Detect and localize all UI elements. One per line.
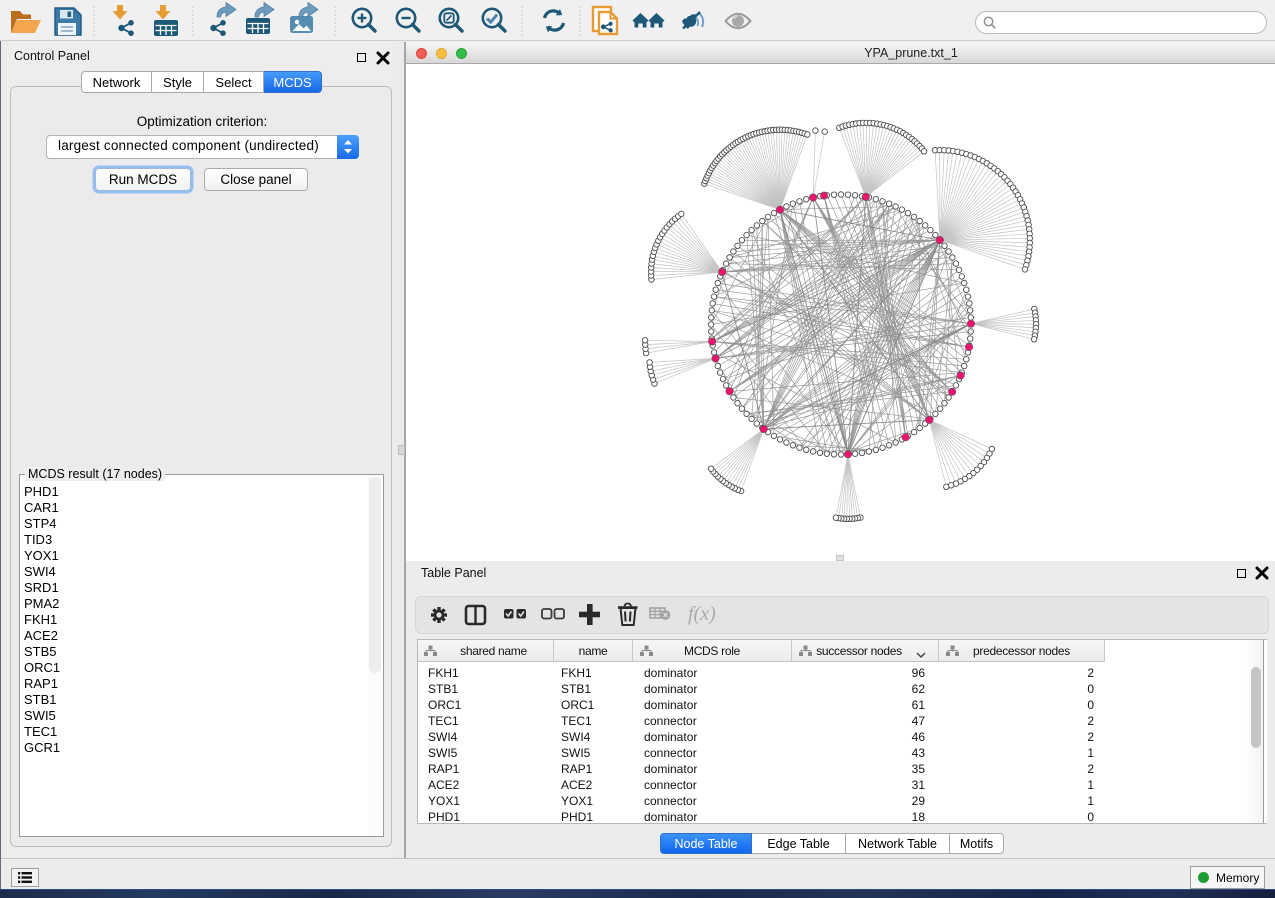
svg-text:f(x): f(x)	[688, 603, 716, 625]
